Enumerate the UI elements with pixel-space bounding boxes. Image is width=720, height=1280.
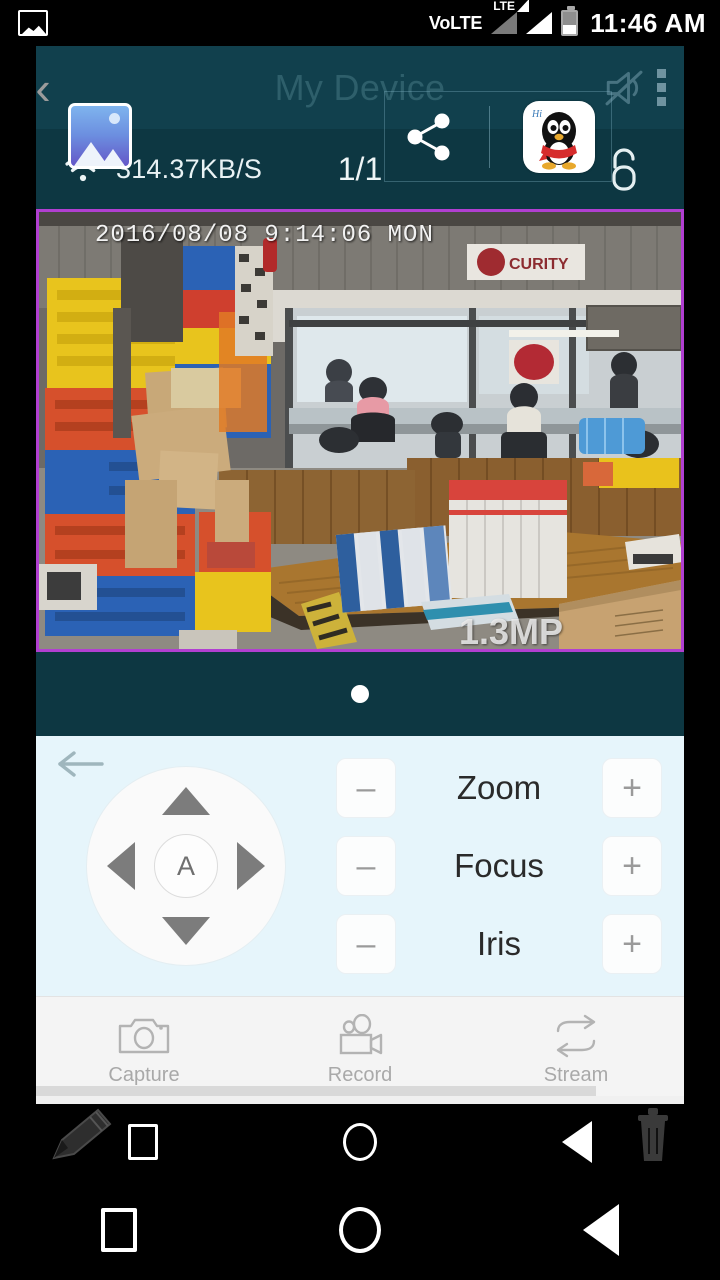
svg-text:CURITY: CURITY <box>509 256 569 273</box>
screenshot-edit-strip <box>36 1096 684 1104</box>
ptz-dpad-wrap: A <box>36 766 336 966</box>
back-arrow-icon[interactable] <box>54 748 106 782</box>
lte-signal-icon: LTE <box>491 0 530 34</box>
capture-label: Capture <box>108 1064 180 1086</box>
lock-button[interactable] <box>602 145 684 193</box>
video-watermark: 1.3MP <box>458 611 563 652</box>
square-recents-icon[interactable] <box>128 1124 159 1160</box>
gallery-app-icon[interactable] <box>68 103 132 169</box>
focus-minus-button[interactable]: – <box>336 836 396 896</box>
swap-arrows-icon <box>548 1014 604 1058</box>
ptz-row-iris: – Iris + <box>336 914 662 974</box>
ptz-dpad[interactable]: A <box>86 766 286 966</box>
ptz-auto-button[interactable]: A <box>154 834 218 898</box>
video-image: CURITY <box>39 212 681 649</box>
arrow-down-icon[interactable] <box>162 917 210 945</box>
signal-bars-icon <box>526 12 553 34</box>
page-dot-active[interactable] <box>351 685 369 703</box>
video-feed[interactable]: CURITY 2016/08/08 9:14:06 MON 1.3MP <box>36 209 684 652</box>
status-bar-clock: 11:46 AM <box>590 7 706 38</box>
ptz-controls: – Zoom + – Focus + – Iris + <box>336 758 684 974</box>
ptz-row-focus: – Focus + <box>336 836 662 896</box>
app-window: ‹ My Device 314.37KB/S 1/1 CURITY 2016/0… <box>36 46 684 1104</box>
page-indicator <box>36 652 684 736</box>
iris-minus-button[interactable]: – <box>336 914 396 974</box>
video-timestamp: 2016/08/08 9:14:06 MON <box>95 222 434 249</box>
gallery-icon <box>18 10 48 36</box>
iris-label: Iris <box>477 925 521 962</box>
zoom-plus-button[interactable]: + <box>602 758 662 818</box>
share-sheet-overlay: Hi <box>384 91 612 182</box>
record-label: Record <box>327 1064 393 1086</box>
iris-plus-button[interactable]: + <box>602 914 662 974</box>
status-bar-left <box>0 10 48 36</box>
battery-icon <box>561 6 579 36</box>
focus-plus-button[interactable]: + <box>602 836 662 896</box>
qq-app-icon[interactable]: Hi <box>522 100 595 173</box>
trash-icon[interactable] <box>630 1106 676 1164</box>
triangle-back-icon[interactable] <box>583 1204 619 1256</box>
share-icon[interactable] <box>401 109 457 165</box>
volte-label: VoLTE <box>428 12 483 33</box>
arrow-up-icon[interactable] <box>162 787 210 815</box>
circle-home-icon[interactable] <box>339 1207 381 1253</box>
share-divider <box>489 105 491 168</box>
gallery-icon <box>71 106 129 166</box>
focus-label: Focus <box>454 847 544 884</box>
ptz-panel: A – Zoom + – Focus + – Iris + <box>36 736 684 996</box>
camera-icon <box>116 1014 172 1058</box>
pencil-icon[interactable] <box>46 1104 120 1166</box>
status-bar-right: VoLTE LTE 11:46 AM <box>428 0 720 39</box>
zoom-label: Zoom <box>456 769 542 806</box>
overflow-menu-icon[interactable] <box>655 69 676 106</box>
stream-label: Stream <box>543 1064 609 1086</box>
qq-hi-label: Hi <box>531 109 542 120</box>
screenshot-edit-bar <box>36 1104 684 1180</box>
system-nav-bar <box>0 1180 720 1280</box>
arrow-right-icon[interactable] <box>237 842 265 890</box>
video-camera-icon <box>332 1014 388 1058</box>
phone-screen: VoLTE LTE 11:46 AM ‹ My Device 314.37KB/… <box>0 0 720 1280</box>
arrow-left-icon[interactable] <box>107 842 135 890</box>
circle-home-icon[interactable] <box>342 1123 377 1161</box>
ptz-row-zoom: – Zoom + <box>336 758 662 818</box>
square-recents-icon[interactable] <box>101 1208 137 1252</box>
triangle-back-icon[interactable] <box>561 1121 592 1163</box>
status-bar: VoLTE LTE 11:46 AM <box>0 0 720 46</box>
zoom-minus-button[interactable]: – <box>336 758 396 818</box>
